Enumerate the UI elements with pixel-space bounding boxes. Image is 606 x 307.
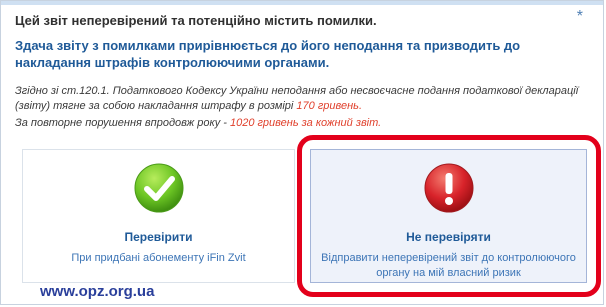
check-report-title: Перевірити — [124, 230, 193, 244]
dialog-warning: Здача звіту з помилками прирівнюється до… — [15, 38, 521, 70]
close-icon[interactable]: * — [577, 9, 583, 25]
repeat-violation-notice: За повторне порушення впродовж року - 10… — [15, 117, 590, 129]
legal-notice: Згідно зі ст.120.1. Податкового Кодексу … — [15, 84, 590, 114]
skip-check-button[interactable]: Не перевіряти Відправити неперевірений з… — [310, 149, 587, 283]
skip-check-title: Не перевіряти — [406, 230, 491, 244]
skip-check-description: Відправити неперевірений звіт до контрол… — [321, 252, 576, 279]
dialog-top-strip — [1, 1, 603, 5]
red-exclamation-icon — [423, 162, 475, 214]
legal-fine-amount: 170 гривень. — [296, 100, 363, 112]
warning-dialog: * Цей звіт неперевірений та потенційно м… — [0, 0, 604, 305]
dialog-title: Цей звіт неперевірений та потенційно міс… — [15, 13, 377, 28]
repeat-text: За повторне порушення впродовж року - — [15, 117, 230, 129]
check-report-button[interactable]: Перевірити При придбані абонементу iFin … — [22, 149, 295, 283]
repeat-fine-amount: 1020 гривень за кожний звіт. — [229, 117, 382, 129]
check-report-description: При придбані абонементу iFin Zvit — [71, 252, 246, 264]
watermark: www.opz.org.ua — [40, 283, 155, 300]
green-check-icon — [133, 162, 185, 214]
